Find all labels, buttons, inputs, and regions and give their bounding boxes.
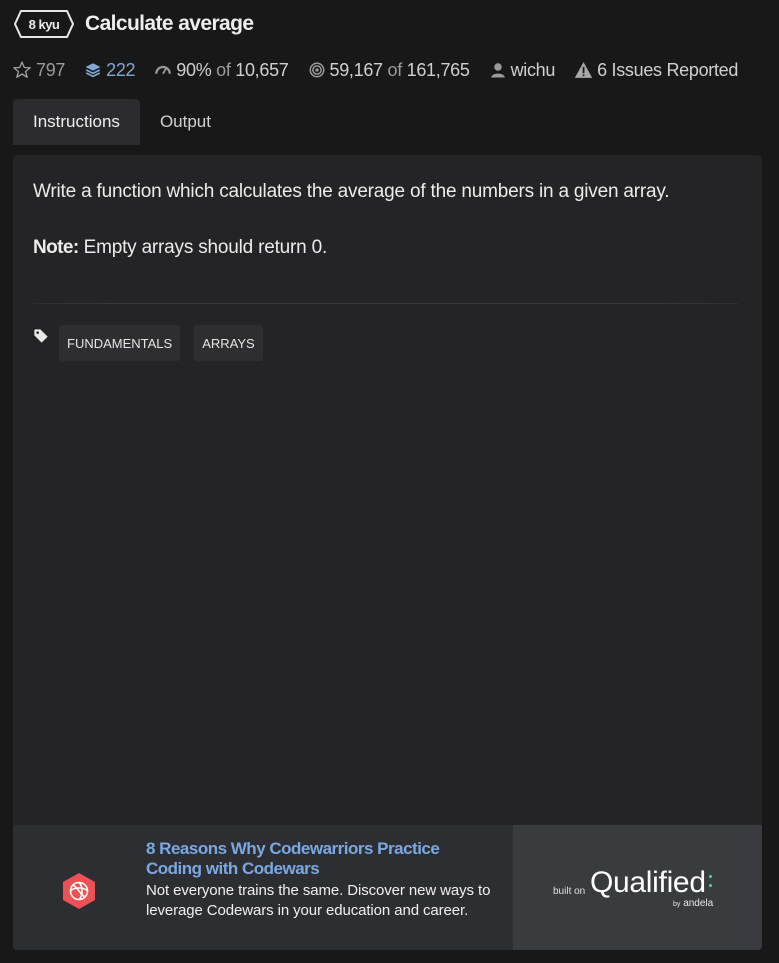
by-label: by [673,901,681,908]
gauge-icon [154,61,172,79]
completed-count: 59,167 [329,59,384,80]
ad-title-link[interactable]: 8 Reasons Why Codewarriors Practice Codi… [146,839,486,879]
collections-stat[interactable]: 222 [84,59,136,81]
qualified-wordmark: Qualified [590,866,712,900]
note-text: Empty arrays should return 0. [78,237,328,258]
star-outline-icon [12,60,32,80]
ad-banner[interactable]: 8 Reasons Why Codewarriors Practice Codi… [13,825,762,950]
built-on-label: built on [553,886,586,897]
kata-description: Write a function which calculates the av… [33,181,670,202]
codewars-logo-icon [61,872,97,915]
kata-stats: 797 222 90% of 10,657 59,167 of 161,765 … [12,58,757,82]
satisfaction-of: of [216,59,231,80]
warning-icon [574,61,593,79]
kata-note: Note: Empty arrays should return 0. [33,237,327,259]
layers-icon [84,61,102,79]
ad-description: Not everyone trains the same. Discover n… [146,882,491,919]
issues-label: 6 Issues Reported [597,59,739,80]
rank-badge[interactable]: 8 kyu [14,10,74,38]
instructions-panel: Write a function which calculates the av… [13,155,762,825]
tag-arrays[interactable]: ARRAYS [194,325,263,361]
attempts-count: 161,765 [406,59,470,80]
satisfaction-stat: 90% of 10,657 [154,59,289,81]
qualified-dots-icon [708,875,712,893]
tag-list: FUNDAMENTALS ARRAYS [33,325,277,361]
stars-count: 797 [36,59,66,80]
qualified-brand: Qualified [590,866,706,899]
target-icon [308,61,326,79]
qualified-logo[interactable]: built on Qualified by andela [513,825,762,950]
stars-stat[interactable]: 797 [12,60,65,81]
tag-fundamentals[interactable]: FUNDAMENTALS [59,325,181,361]
divider [33,303,738,304]
tab-instructions[interactable]: Instructions [13,99,140,145]
user-icon [489,61,507,79]
votes-count: 10,657 [235,59,289,80]
collections-count: 222 [106,59,136,80]
content-tabs: Instructions Output [13,99,231,145]
issues-stat[interactable]: 6 Issues Reported [574,60,738,81]
author-stat[interactable]: wichu [489,59,556,81]
completed-of: of [387,59,402,80]
ad-content[interactable]: 8 Reasons Why Codewarriors Practice Codi… [13,825,513,950]
kata-title: Calculate average [85,12,254,35]
satisfaction-rate: 90% [176,59,212,80]
andela-brand: andela [683,898,714,909]
author-name: wichu [510,59,556,80]
rank-label: 8 kyu [28,16,60,32]
completed-stat: 59,167 of 161,765 [308,60,470,81]
tag-icon [33,328,49,344]
tab-output[interactable]: Output [140,99,231,145]
andela-label: by andela [673,898,713,909]
kata-header: 8 kyu Calculate average [14,9,254,39]
note-label: Note: [33,237,79,258]
